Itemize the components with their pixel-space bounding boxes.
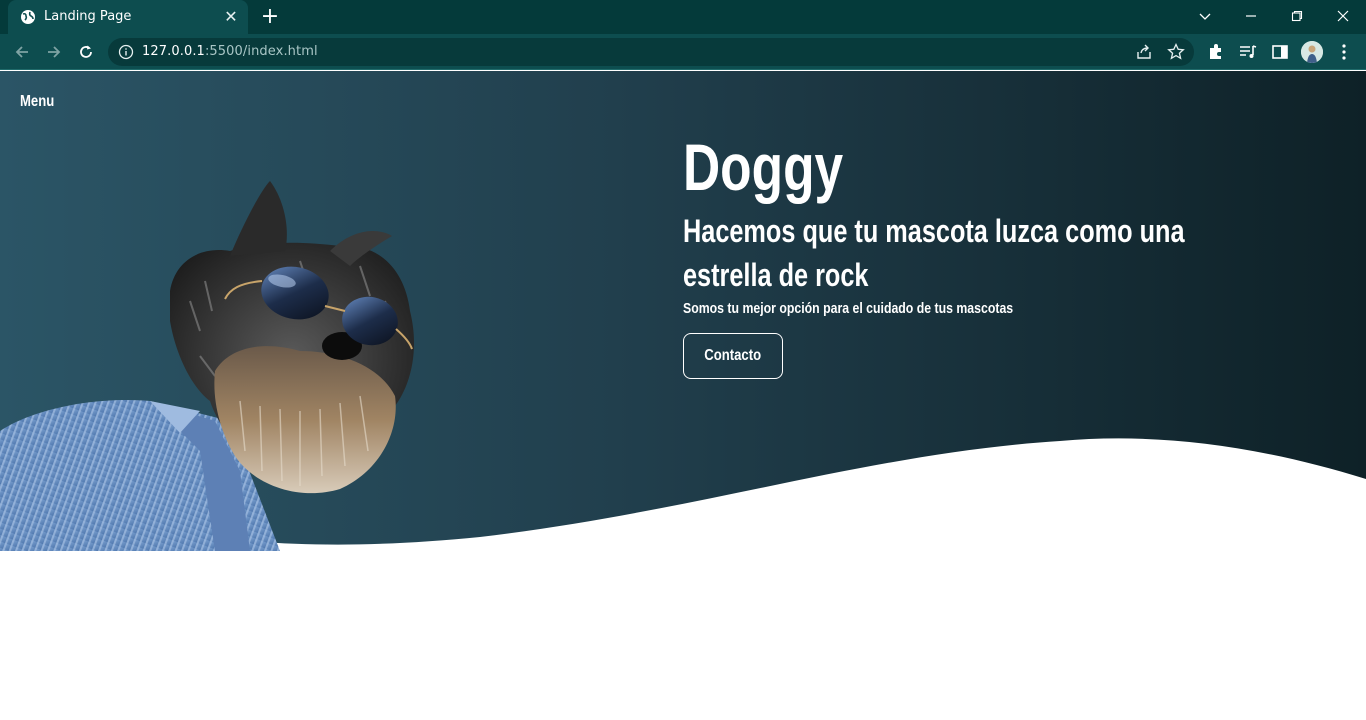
close-window-button[interactable] — [1320, 0, 1366, 32]
extensions-puzzle-icon[interactable] — [1206, 42, 1226, 62]
url-path: :5500/index.html — [204, 44, 318, 59]
minimize-button[interactable] — [1228, 0, 1274, 32]
hero-description: Somos tu mejor opción para el cuidado de… — [683, 300, 1014, 317]
tab-close-icon[interactable]: ✕ — [222, 8, 240, 26]
reload-button[interactable] — [74, 40, 98, 64]
restore-button[interactable] — [1274, 0, 1320, 32]
address-bar[interactable]: 127.0.0.1:5500/index.html — [108, 38, 1194, 66]
page-viewport: Menu Doggy Hacemos que tu mascota luzca … — [0, 71, 1366, 720]
chevron-down-icon — [1199, 13, 1211, 20]
hero-subtitle: Hacemos que tu mascota luzca como una es… — [683, 213, 1185, 293]
new-tab-button[interactable]: + — [258, 6, 282, 28]
contact-button-label: Contacto — [704, 347, 762, 364]
forward-button[interactable] — [42, 40, 66, 64]
tab-title: Landing Page — [44, 9, 132, 24]
media-queue-icon[interactable] — [1238, 42, 1258, 62]
avatar-image — [1301, 41, 1323, 63]
url-text: 127.0.0.1:5500/index.html — [142, 44, 318, 59]
arrow-right-icon — [48, 46, 61, 58]
back-button[interactable] — [10, 40, 34, 64]
browser-toolbar: 127.0.0.1:5500/index.html — [0, 34, 1366, 70]
info-icon[interactable] — [118, 44, 134, 60]
close-icon — [1337, 10, 1349, 22]
browser-tab[interactable]: Landing Page ✕ — [8, 0, 248, 34]
arrow-left-icon — [15, 46, 28, 58]
side-panel-icon[interactable] — [1270, 42, 1290, 62]
hero-text-block: Doggy Hacemos que tu mascota luzca como … — [683, 129, 1243, 379]
share-icon[interactable] — [1134, 42, 1154, 62]
tab-strip: Landing Page ✕ + — [0, 0, 1366, 34]
more-menu-icon[interactable] — [1334, 42, 1354, 62]
menu-link[interactable]: Menu — [20, 93, 54, 111]
bookmark-star-icon[interactable] — [1166, 42, 1186, 62]
dog-with-sunglasses-image — [0, 181, 415, 551]
globe-icon — [21, 10, 35, 24]
reload-icon — [80, 45, 92, 58]
tab-search-button[interactable] — [1182, 0, 1228, 32]
restore-icon — [1291, 10, 1303, 22]
profile-avatar[interactable] — [1301, 41, 1323, 63]
contact-button[interactable]: Contacto — [683, 333, 783, 379]
url-host: 127.0.0.1 — [142, 44, 205, 59]
minimize-icon — [1246, 15, 1256, 17]
hero-title: Doggy — [683, 130, 844, 204]
